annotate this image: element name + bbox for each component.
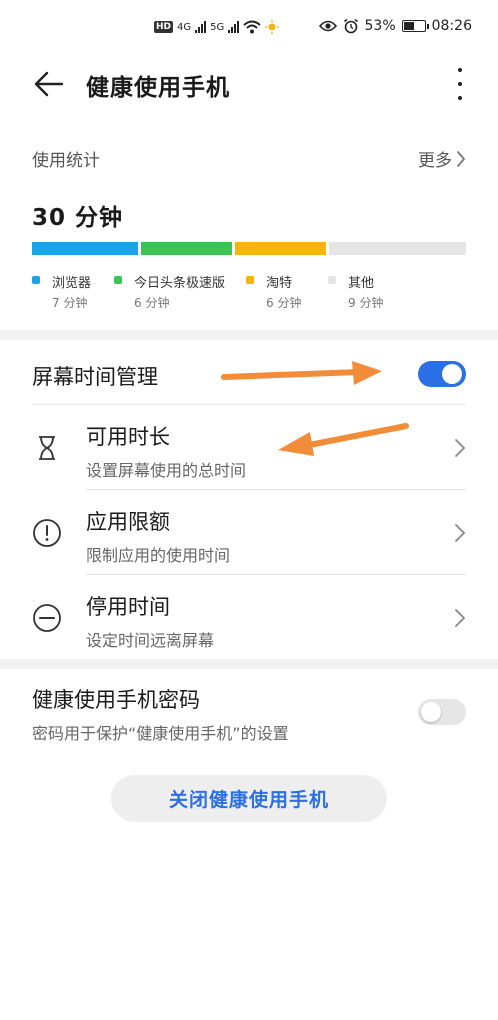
screen-time-label: 屏幕时间管理 bbox=[32, 365, 158, 389]
usage-stats-label: 使用统计 bbox=[32, 151, 100, 171]
chevron-right-icon bbox=[455, 439, 466, 457]
legend-value: 6 分钟 bbox=[266, 296, 302, 310]
chevron-right-icon bbox=[457, 150, 466, 167]
usage-bar-segment bbox=[329, 242, 466, 255]
legend-name: 浏览器 bbox=[52, 276, 92, 291]
clock: 08:26 bbox=[431, 18, 472, 34]
item-title: 可用时长 bbox=[86, 425, 170, 449]
minus-circle-icon bbox=[33, 604, 61, 632]
status-bar: HD 4G 5G 53% 08:26 bbox=[0, 0, 498, 56]
usage-bar-segment bbox=[235, 242, 327, 255]
item-subtitle: 设置屏幕使用的总时间 bbox=[86, 461, 247, 480]
usage-more-label: 更多 bbox=[418, 151, 452, 171]
hourglass-icon bbox=[39, 436, 55, 460]
battery-icon bbox=[401, 20, 429, 32]
legend-value: 9 分钟 bbox=[348, 296, 384, 310]
sim2-tech: 5G bbox=[210, 21, 225, 33]
password-row[interactable]: 健康使用手机密码 密码用于保护“健康使用手机”的设置 bbox=[32, 672, 466, 752]
battery-percent: 53% bbox=[364, 18, 396, 34]
more-options-icon[interactable] bbox=[456, 68, 464, 100]
close-healthy-usage-button[interactable]: 关闭健康使用手机 bbox=[111, 775, 387, 822]
wifi-icon bbox=[243, 20, 261, 34]
legend-value: 6 分钟 bbox=[134, 296, 170, 310]
item-title: 应用限额 bbox=[86, 510, 170, 534]
legend-swatch bbox=[328, 276, 336, 284]
page-title: 健康使用手机 bbox=[86, 75, 230, 101]
sim1-tech: 4G bbox=[177, 21, 192, 33]
status-right: 53% 08:26 bbox=[318, 18, 472, 34]
back-arrow-icon[interactable] bbox=[32, 68, 64, 100]
chevron-right-icon bbox=[455, 524, 466, 542]
password-title: 健康使用手机密码 bbox=[32, 688, 200, 712]
chevron-right-icon bbox=[455, 609, 466, 627]
exclamation-circle-icon bbox=[33, 519, 61, 547]
legend-swatch bbox=[114, 276, 122, 284]
list-item-available-time[interactable]: 可用时长 设置屏幕使用的总时间 bbox=[32, 405, 466, 489]
usage-bar-segment bbox=[141, 242, 233, 255]
signal-2-icon bbox=[228, 21, 240, 33]
section-divider bbox=[0, 659, 498, 669]
usage-legend: 浏览器 7 分钟 今日头条极速版 6 分钟 淘特 6 分钟 其他 9 分钟 bbox=[32, 272, 472, 316]
status-left: HD 4G 5G bbox=[154, 20, 280, 34]
legend-name: 淘特 bbox=[266, 276, 293, 291]
item-subtitle: 设定时间远离屏幕 bbox=[86, 631, 215, 650]
eye-icon bbox=[318, 20, 337, 32]
item-subtitle: 限制应用的使用时间 bbox=[86, 546, 231, 565]
list-item-app-limits[interactable]: 应用限额 限制应用的使用时间 bbox=[32, 490, 466, 574]
legend-name: 其他 bbox=[348, 276, 375, 291]
legend-swatch bbox=[246, 276, 254, 284]
usage-stats-header: 使用统计 更多 bbox=[32, 146, 466, 172]
usage-bar-segment bbox=[32, 242, 139, 255]
alarm-icon bbox=[343, 18, 358, 34]
legend-value: 7 分钟 bbox=[52, 296, 88, 310]
screen-time-toggle[interactable] bbox=[418, 361, 466, 387]
usage-more-link[interactable]: 更多 bbox=[418, 146, 466, 171]
password-subtitle: 密码用于保护“健康使用手机”的设置 bbox=[32, 724, 289, 743]
legend-name: 今日头条极速版 bbox=[134, 276, 226, 291]
hd-badge: HD bbox=[154, 21, 174, 33]
app-header: 健康使用手机 bbox=[0, 56, 498, 112]
usage-bar bbox=[32, 242, 466, 255]
list-item-downtime[interactable]: 停用时间 设定时间远离屏幕 bbox=[32, 575, 466, 659]
sun-icon bbox=[265, 20, 280, 34]
signal-1-icon bbox=[195, 21, 207, 33]
legend-swatch bbox=[32, 276, 40, 284]
password-toggle[interactable] bbox=[418, 699, 466, 725]
screen-time-row: 屏幕时间管理 bbox=[32, 344, 466, 404]
total-usage-time: 30 分钟 bbox=[32, 205, 124, 231]
section-divider bbox=[0, 330, 498, 340]
item-title: 停用时间 bbox=[86, 595, 170, 619]
